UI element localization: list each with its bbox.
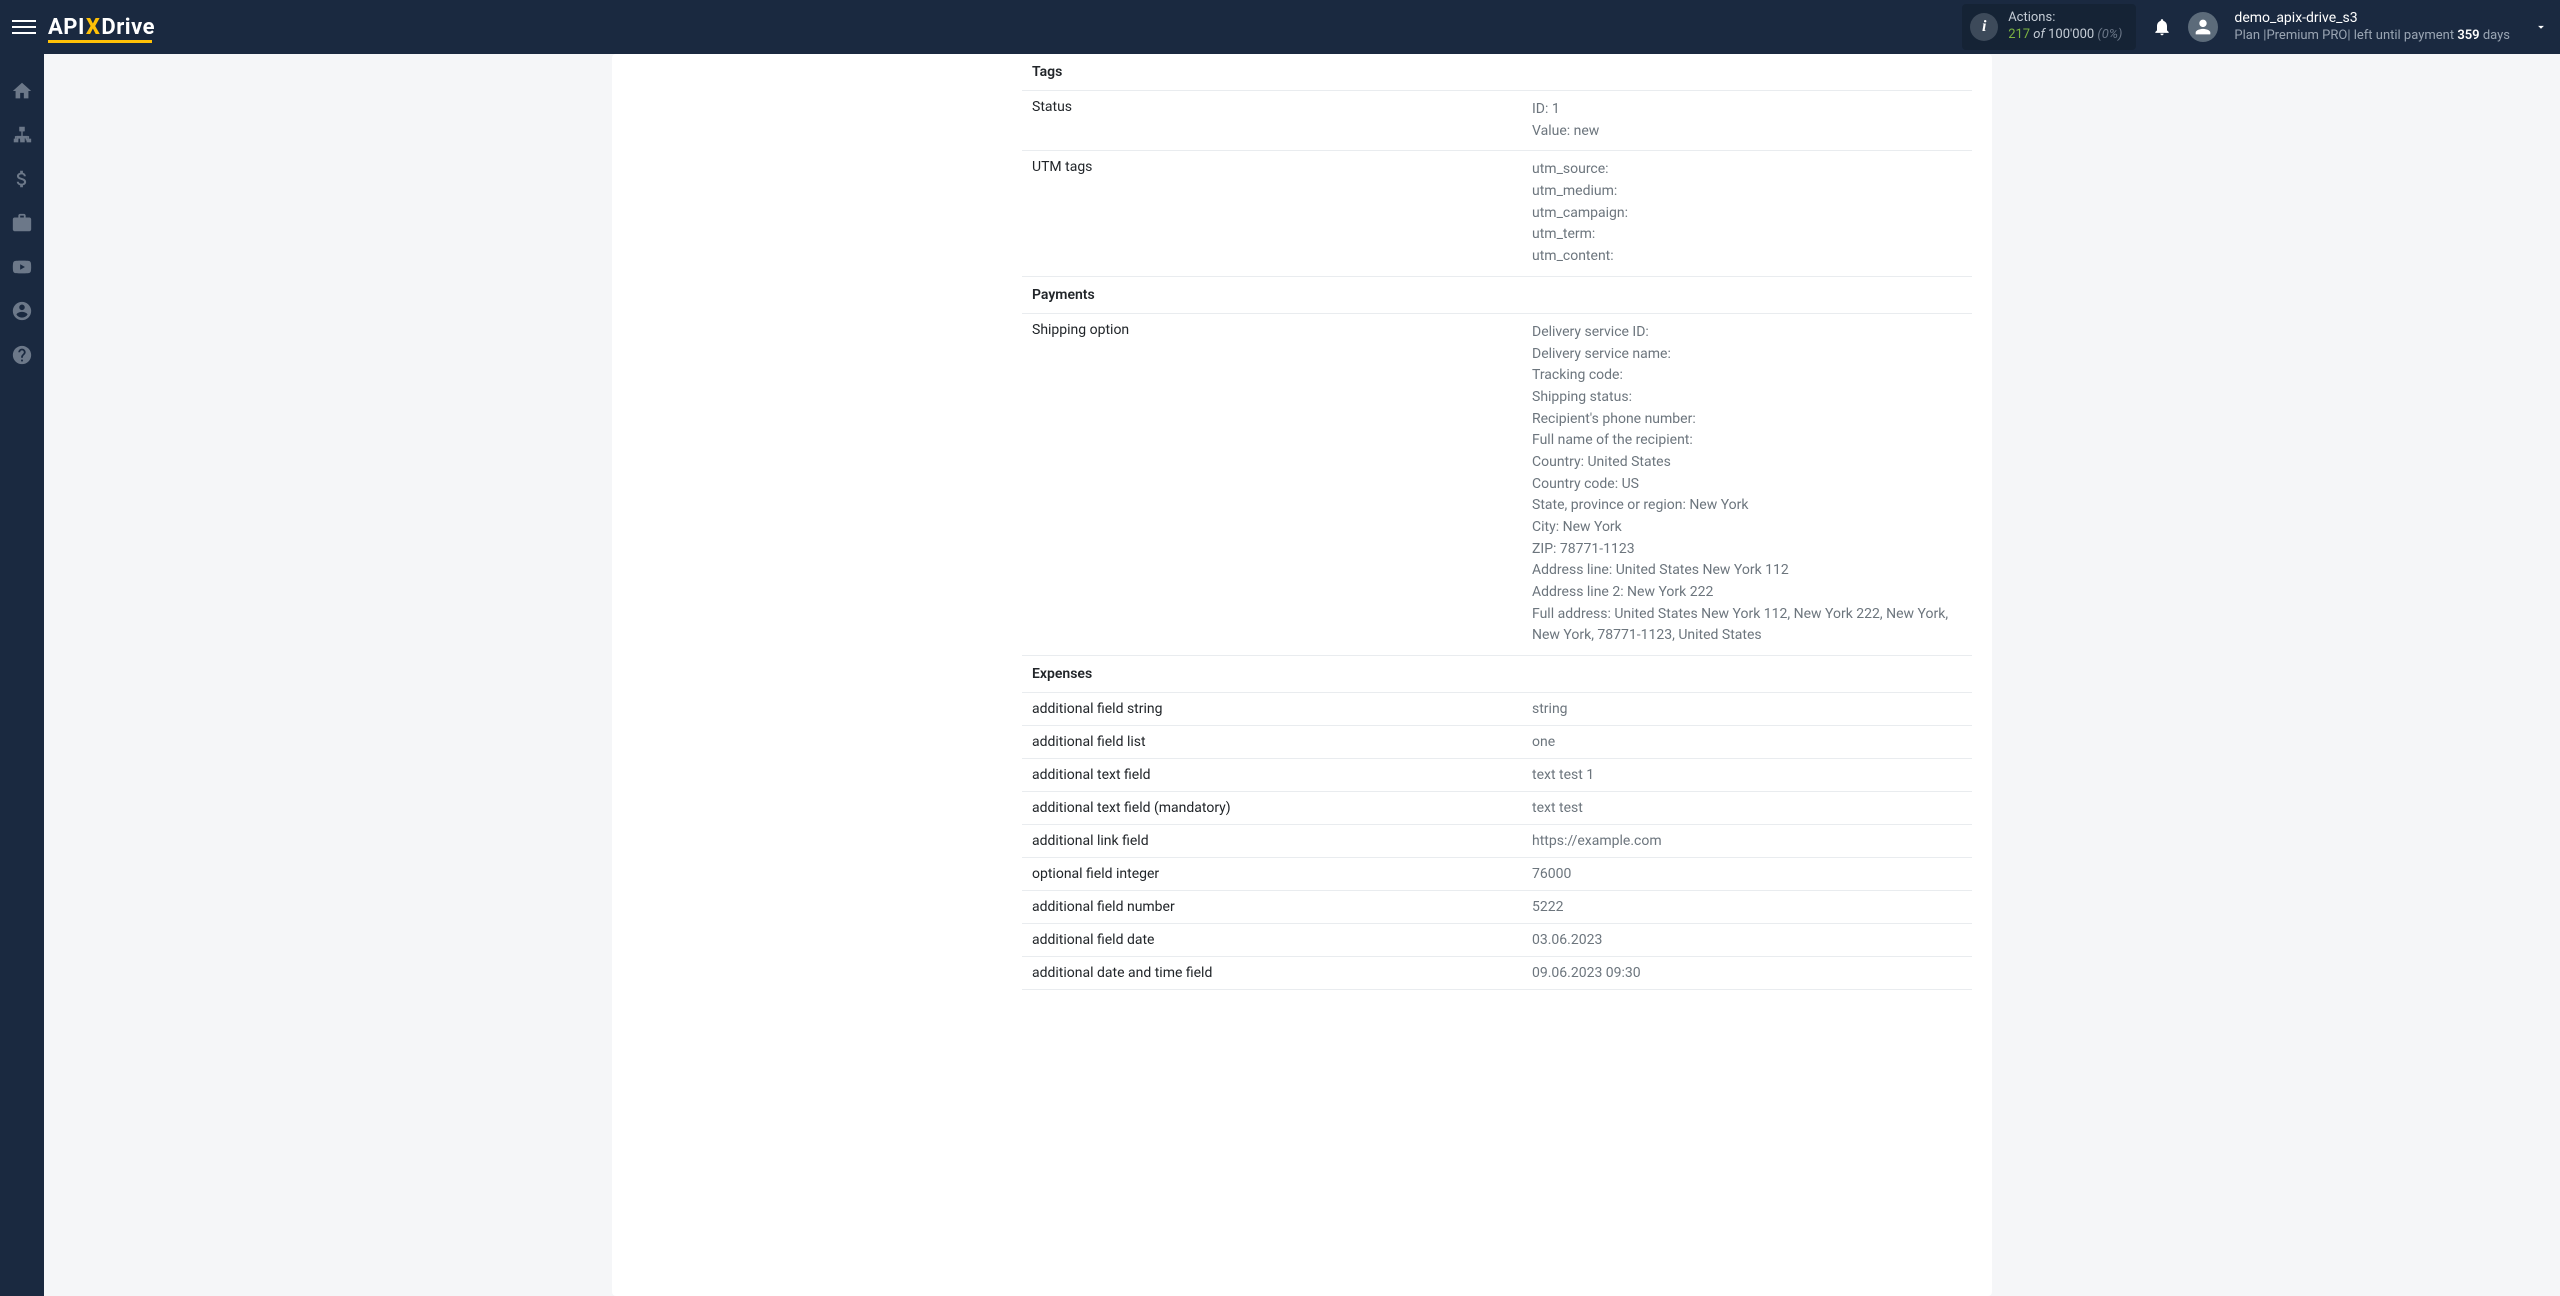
- avatar[interactable]: [2188, 12, 2218, 42]
- table-row: additional field stringstring: [1022, 693, 1972, 726]
- row-label: additional field date: [1022, 924, 1522, 957]
- row-value: text test: [1522, 792, 1972, 825]
- row-label: Status: [1022, 91, 1522, 151]
- section-tags: Tags: [1022, 54, 1972, 91]
- data-table: Tags Status ID: 1 Value: new UTM tags ut…: [1022, 54, 1972, 990]
- user-name: demo_apix-drive_s3: [2234, 9, 2510, 27]
- row-value: 03.06.2023: [1522, 924, 1972, 957]
- sitemap-icon[interactable]: [11, 124, 33, 146]
- logo[interactable]: APIXDrive: [48, 15, 155, 40]
- row-value: string: [1522, 693, 1972, 726]
- sidebar: [0, 54, 44, 1296]
- table-row: Status ID: 1 Value: new: [1022, 91, 1972, 151]
- home-icon[interactable]: [11, 80, 33, 102]
- youtube-icon[interactable]: [11, 256, 33, 278]
- actions-counter[interactable]: i Actions: 217 of 100'000 (0%): [1962, 4, 2136, 50]
- row-label: additional text field (mandatory): [1022, 792, 1522, 825]
- topbar: APIXDrive i Actions: 217 of 100'000 (0%)…: [0, 0, 2560, 54]
- dollar-icon[interactable]: [11, 168, 33, 190]
- table-row: additional field number5222: [1022, 891, 1972, 924]
- data-card: Tags Status ID: 1 Value: new UTM tags ut…: [612, 54, 1992, 1296]
- row-label: additional field string: [1022, 693, 1522, 726]
- user-icon[interactable]: [11, 300, 33, 322]
- menu-toggle[interactable]: [12, 15, 36, 39]
- info-icon: i: [1970, 13, 1998, 41]
- row-label: additional date and time field: [1022, 957, 1522, 990]
- help-icon[interactable]: [11, 344, 33, 366]
- row-label: additional link field: [1022, 825, 1522, 858]
- table-row: UTM tags utm_source: utm_medium: utm_cam…: [1022, 151, 1972, 276]
- user-plan: Plan |Premium PRO| left until payment 35…: [2234, 28, 2510, 45]
- main-content: Tags Status ID: 1 Value: new UTM tags ut…: [44, 54, 2560, 1296]
- actions-count: 217: [2008, 27, 2030, 42]
- row-label: Shipping option: [1022, 313, 1522, 655]
- row-value: utm_source: utm_medium: utm_campaign: ut…: [1522, 151, 1972, 276]
- section-payments: Payments: [1022, 276, 1972, 313]
- actions-label: Actions:: [2008, 10, 2122, 27]
- notifications-icon[interactable]: [2152, 17, 2172, 37]
- row-value: ID: 1 Value: new: [1522, 91, 1972, 151]
- table-row: additional link fieldhttps://example.com: [1022, 825, 1972, 858]
- table-row: additional text fieldtext test 1: [1022, 759, 1972, 792]
- table-row: Shipping option Delivery service ID: Del…: [1022, 313, 1972, 655]
- table-row: additional text field (mandatory)text te…: [1022, 792, 1972, 825]
- row-value: text test 1: [1522, 759, 1972, 792]
- row-value: 76000: [1522, 858, 1972, 891]
- table-row: Expenses: [1022, 656, 1972, 693]
- table-row: additional field listone: [1022, 726, 1972, 759]
- row-label: additional field number: [1022, 891, 1522, 924]
- briefcase-icon[interactable]: [11, 212, 33, 234]
- row-label: additional field list: [1022, 726, 1522, 759]
- table-row: Payments: [1022, 276, 1972, 313]
- row-value: 09.06.2023 09:30: [1522, 957, 1972, 990]
- chevron-down-icon[interactable]: [2534, 20, 2548, 34]
- actions-total: 100'000: [2048, 27, 2094, 42]
- actions-of: of: [2030, 27, 2048, 42]
- user-info[interactable]: demo_apix-drive_s3 Plan |Premium PRO| le…: [2234, 9, 2510, 44]
- table-row: Tags: [1022, 54, 1972, 91]
- section-expenses: Expenses: [1022, 656, 1972, 693]
- row-label: additional text field: [1022, 759, 1522, 792]
- table-row: additional field date03.06.2023: [1022, 924, 1972, 957]
- row-value: https://example.com: [1522, 825, 1972, 858]
- row-value: Delivery service ID: Delivery service na…: [1522, 313, 1972, 655]
- table-row: additional date and time field09.06.2023…: [1022, 957, 1972, 990]
- row-label: UTM tags: [1022, 151, 1522, 276]
- actions-pct: (0%): [2094, 27, 2122, 42]
- row-value: 5222: [1522, 891, 1972, 924]
- row-value: one: [1522, 726, 1972, 759]
- table-row: optional field integer76000: [1022, 858, 1972, 891]
- row-label: optional field integer: [1022, 858, 1522, 891]
